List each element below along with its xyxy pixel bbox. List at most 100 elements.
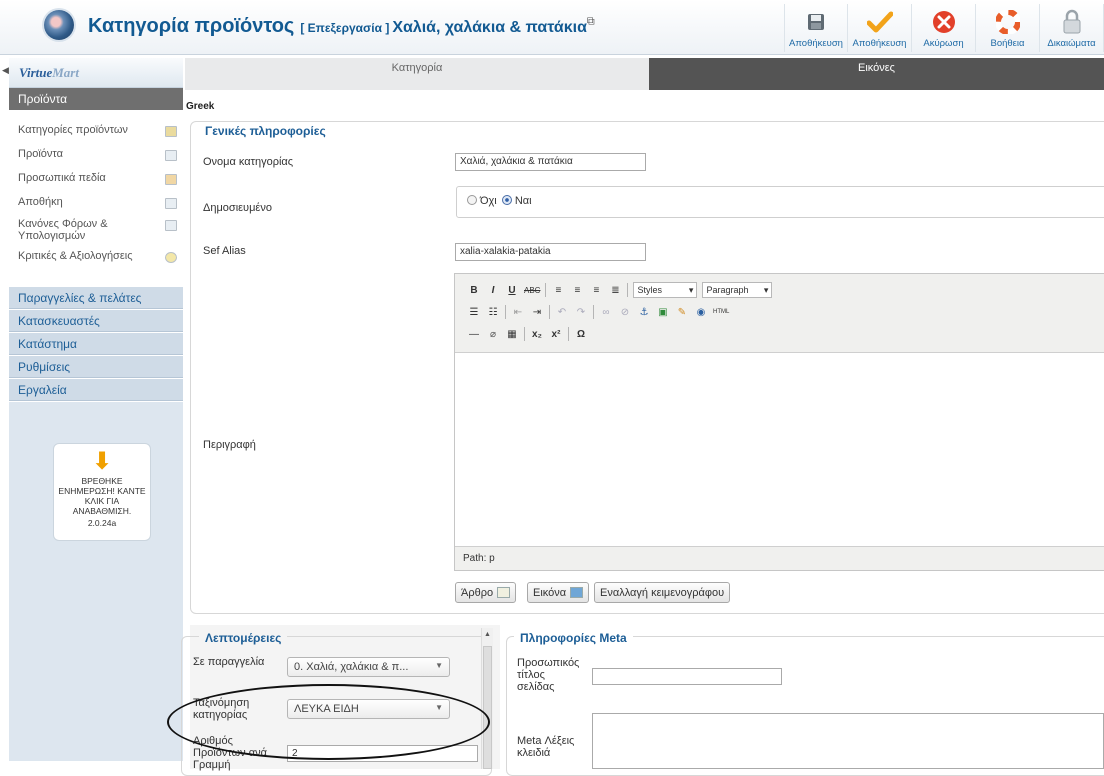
sef-alias-input[interactable]: xalia-xalakia-patakia [455, 243, 646, 261]
html-source-icon[interactable]: HTML [713, 304, 729, 320]
cancel-button[interactable]: Ακύρωση [912, 4, 976, 52]
sidebar-product-list: Κατηγορίες προϊόντων Προϊόντα Προσωπικά … [9, 124, 183, 274]
meta-keywords-label: Meta Λέξεις κλειδιά [517, 735, 575, 759]
styles-select[interactable]: Styles ▾ [633, 282, 698, 298]
tab-images[interactable]: Εικόνες [649, 58, 1104, 90]
sidebar-item-tax-rules[interactable]: Κανόνες Φόρων & Υπολογισμών [9, 218, 183, 250]
item-name: Χαλιά, χαλάκια & πατάκια [392, 19, 587, 36]
align-right-icon[interactable]: ≡ [589, 282, 603, 298]
remove-format-icon[interactable]: ⌀ [486, 326, 500, 342]
save-button[interactable]: Αποθήκευση [784, 4, 848, 52]
article-button-label: Άρθρο [461, 586, 494, 599]
image-button[interactable]: Εικόνα [527, 582, 590, 603]
numbered-list-icon[interactable]: ☷ [486, 304, 500, 320]
article-button[interactable]: Άρθρο [455, 582, 517, 603]
sidebar-item-reviews[interactable]: Κριτικές & Αξιολογήσεις [9, 250, 183, 274]
save-disk-icon [800, 8, 832, 36]
details-scrollbar[interactable]: ▲ [481, 628, 493, 769]
toolbar-separator [545, 283, 547, 297]
sidebar-group-tools[interactable]: Εργαλεία [9, 379, 183, 401]
sidebar-item-custom-fields[interactable]: Προσωπικά πεδία [9, 172, 183, 196]
meta-keywords-textarea[interactable] [592, 713, 1104, 769]
page-title-text: Κατηγορία προϊόντος [88, 15, 295, 37]
underline-icon[interactable]: U [505, 282, 519, 298]
header-bar: Κατηγορία προϊόντος [ Επεξεργασία ] Χαλιά,… [0, 0, 1104, 55]
italic-icon[interactable]: I [486, 282, 500, 298]
update-notice-text: ΒΡΕΘΗΚΕ ΕΝΗΜΕΡΩΣΗ! ΚΑΝΤΕ ΚΛΙΚ ΓΙΑ ΑΝΑΒΑΘ… [58, 476, 146, 516]
sidebar-group-shop[interactable]: Κατάστημα [9, 333, 183, 355]
sef-alias-label: Sef Alias [203, 245, 246, 257]
paragraph-select[interactable]: Paragraph ▾ [702, 282, 773, 298]
sidebar-section-products[interactable]: Προϊόντα [9, 88, 183, 110]
subscript-icon[interactable]: x₂ [530, 326, 544, 342]
indent-icon[interactable]: ⇥ [530, 304, 544, 320]
external-link-icon[interactable]: ⧉ [587, 15, 595, 27]
undo-icon[interactable]: ↶ [555, 304, 569, 320]
chevron-down-icon: ▼ [435, 661, 443, 670]
sidebar-item-categories[interactable]: Κατηγορίες προϊόντων [9, 124, 183, 148]
published-yes-label: Ναι [514, 195, 532, 207]
strikethrough-icon[interactable]: ABC [524, 282, 540, 298]
horizontal-rule-icon[interactable]: — [467, 326, 481, 342]
collapse-sidebar-icon[interactable]: ◀ [2, 65, 9, 76]
order-select[interactable]: 0. Χαλιά, χαλάκια & π... ▼ [287, 657, 450, 677]
update-notice-button[interactable]: ⬇ ΒΡΕΘΗΚΕ ΕΝΗΜΕΡΩΣΗ! ΚΑΝΤΕ ΚΛΙΚ ΓΙΑ ΑΝΑΒ… [53, 443, 151, 541]
published-yes-radio[interactable] [501, 195, 512, 205]
redo-icon[interactable]: ↷ [574, 304, 588, 320]
cleanup-icon[interactable]: ✎ [675, 304, 689, 320]
bullet-list-icon[interactable]: ☰ [467, 304, 481, 320]
outdent-icon[interactable]: ⇤ [511, 304, 525, 320]
anchor-icon[interactable]: ⚓ [637, 304, 651, 320]
sidebar-item-label: Αποθήκη [18, 196, 63, 208]
category-name-input[interactable]: Χαλιά, χαλάκια & πατάκια [455, 153, 646, 171]
general-info-legend: Γενικές πληροφορίες [199, 124, 332, 138]
editor-content-area[interactable] [455, 352, 1104, 547]
visual-aid-icon[interactable]: ▦ [505, 326, 519, 342]
align-left-icon[interactable]: ≡ [551, 282, 565, 298]
link-icon[interactable]: ∞ [599, 304, 613, 320]
details-legend: Λεπτομέρειες [199, 631, 288, 645]
tab-category[interactable]: Κατηγορία [185, 58, 649, 90]
insert-image-icon[interactable]: ▣ [656, 304, 670, 320]
edit-mode-tag: [ Επεξεργασία ] [300, 21, 390, 35]
toolbar-separator [593, 305, 594, 319]
custom-page-title-input[interactable] [592, 668, 782, 685]
custom-page-title-label: Προσωπικός τίτλος σελίδας [517, 657, 580, 693]
sidebar-item-label: Προϊόντα [18, 148, 63, 160]
editor-toolbar-row-2: ☰ ☷ ⇤ ⇥ ↶ ↷ ∞ ⊘ ⚓ ▣ ✎ ◉ HTML [467, 304, 729, 320]
lock-icon [1056, 8, 1088, 36]
sidebar-group-settings[interactable]: Ρυθμίσεις [9, 356, 183, 378]
hand-drawn-highlight-ellipse [167, 684, 490, 760]
align-justify-icon[interactable]: ≣ [608, 282, 622, 298]
special-character-icon[interactable]: Ω [574, 326, 588, 342]
superscript-icon[interactable]: x² [549, 326, 563, 342]
permissions-button[interactable]: Δικαιώματα [1040, 4, 1104, 52]
toolbar-separator [627, 283, 629, 297]
published-no-label: Όχι [480, 195, 497, 207]
category-name-label: Ονομα κατηγορίας [203, 156, 294, 168]
sidebar-item-products[interactable]: Προϊόντα [9, 148, 183, 172]
toggle-editor-button[interactable]: Εναλλαγή κειμενογράφου [594, 582, 731, 603]
checkmark-icon [864, 8, 896, 36]
unlink-icon[interactable]: ⊘ [618, 304, 632, 320]
rich-text-editor: B I U ABC ≡ ≡ ≡ ≣ Styles ▾ Paragraph ▾ ☰ ☷… [454, 273, 1104, 571]
sidebar-group-orders[interactable]: Παραγγελίες & πελάτες [9, 287, 183, 309]
paragraph-select-value: Paragraph [706, 285, 749, 295]
sidebar-item-inventory[interactable]: Αποθήκη [9, 196, 183, 218]
published-no-radio[interactable] [467, 195, 477, 205]
product-list-icon [165, 150, 177, 161]
published-radio-group: Όχι Ναι [456, 186, 1104, 218]
save-and-close-label: Αποθήκευση [852, 38, 907, 49]
help-icon[interactable]: ◉ [694, 304, 708, 320]
save-and-close-button[interactable]: Αποθήκευση [848, 4, 912, 52]
align-center-icon[interactable]: ≡ [570, 282, 584, 298]
cancel-icon [928, 8, 960, 36]
scrollbar-thumb[interactable] [483, 646, 492, 769]
scroll-up-icon[interactable]: ▲ [484, 631, 491, 638]
help-button[interactable]: Βοήθεια [976, 4, 1040, 52]
save-label: Αποθήκευση [789, 38, 843, 49]
virtuemart-brand: ◀ VirtueMart [2, 58, 183, 88]
bold-icon[interactable]: B [467, 282, 481, 298]
sidebar-group-manufacturers[interactable]: Κατασκευαστές [9, 310, 183, 332]
meta-info-legend: Πληροφορίες Meta [514, 631, 633, 645]
